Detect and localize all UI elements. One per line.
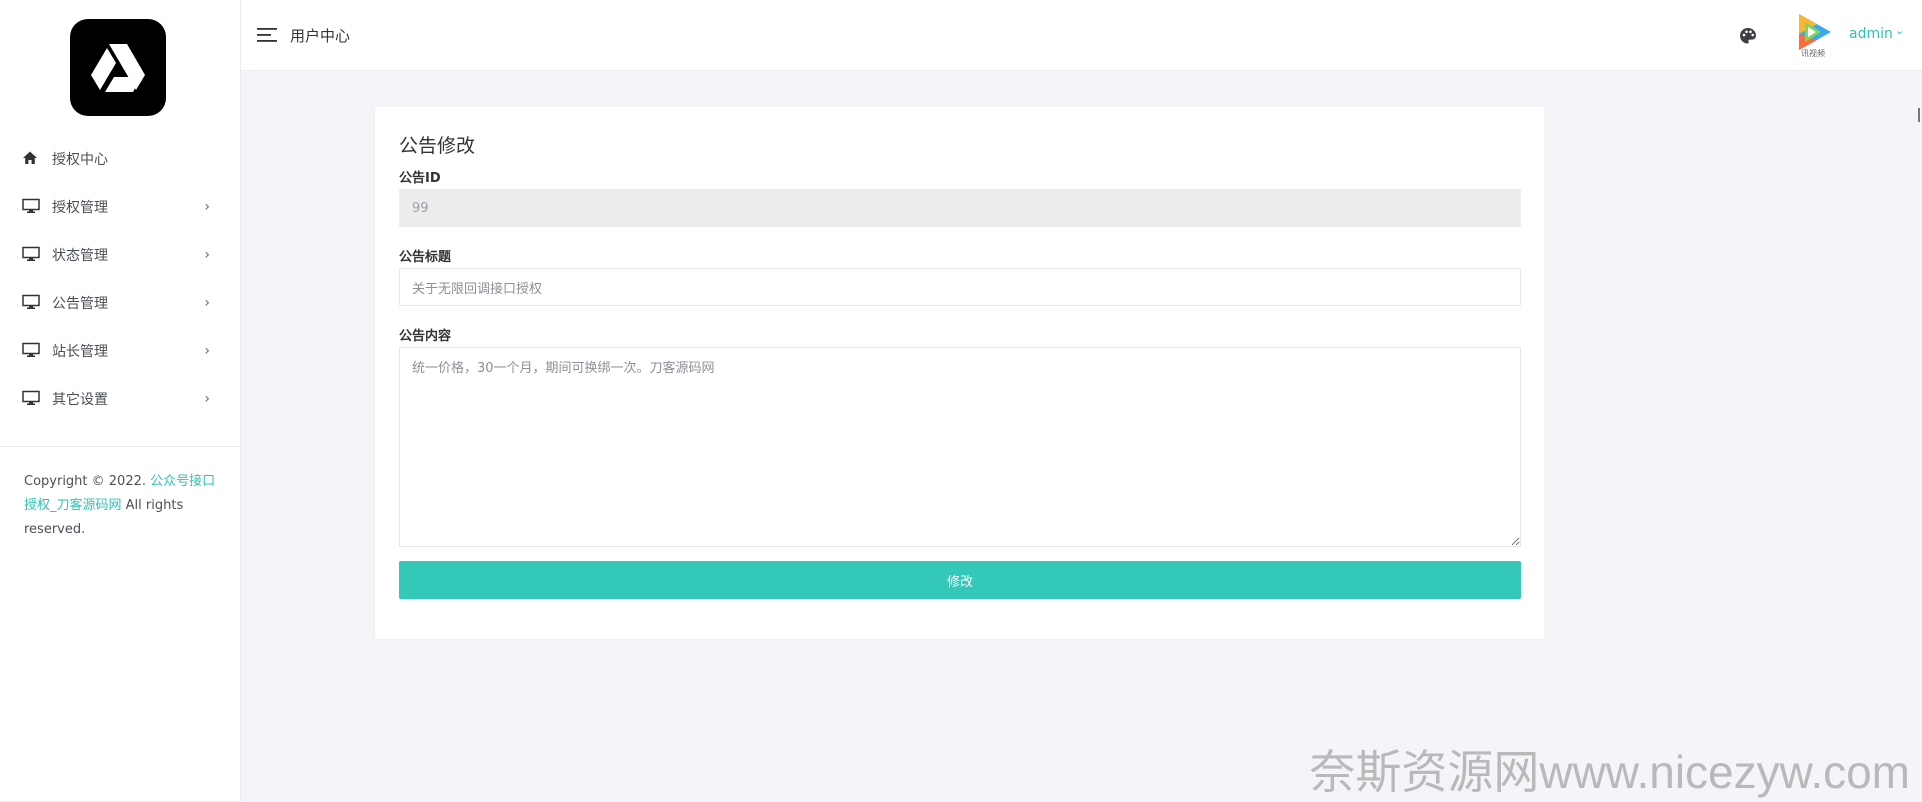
sidebar-item-auth-center[interactable]: 授权中心 [0,135,240,183]
announcement-content-field[interactable]: 统一价格，30一个月，期间可换绑一次。刀客源码网 [399,347,1521,547]
sidebar-item-label: 授权中心 [52,152,108,168]
announcement-id-field[interactable] [399,189,1521,227]
sidebar-item-label: 授权管理 [52,200,108,216]
copyright-prefix: Copyright © 2022. [24,474,147,489]
chevron-right-icon: › [204,343,210,359]
watermark-text: 奈斯资源网www.nicezyw.com [1309,746,1910,798]
sidebar-item-label: 其它设置 [52,392,108,408]
drive-logo-icon [91,43,145,92]
scrollbar-mark [1918,108,1920,122]
sidebar-item-label: 公告管理 [52,296,108,312]
copyright: Copyright © 2022. 公众号接口授权_刀客源码网 All righ… [24,470,224,542]
monitor-icon [22,246,40,264]
menu-toggle-icon[interactable] [257,26,279,44]
chevron-right-icon: › [204,295,210,311]
page-title: 用户中心 [290,27,351,45]
announcement-title-label: 公告标题 [399,250,452,265]
chevron-right-icon: › [204,247,210,263]
submit-button[interactable]: 修改 [399,561,1521,599]
sidebar-divider [0,446,240,447]
user-menu-name[interactable]: admin [1849,26,1893,42]
sidebar-nav: 授权中心 授权管理 › 状态管理 › 公告管理 › 站长管理 › 其它设置 › [0,135,240,423]
monitor-icon [22,198,40,216]
chevron-right-icon: › [204,391,210,407]
sidebar-item-status-management[interactable]: 状态管理 › [0,231,240,279]
avatar-caption: 讯视频 [1801,48,1825,58]
sidebar-item-webmaster-management[interactable]: 站长管理 › [0,327,240,375]
sidebar-item-announcement-management[interactable]: 公告管理 › [0,279,240,327]
monitor-icon [22,342,40,360]
announcement-id-label: 公告ID [399,171,441,186]
announcement-title-field[interactable] [399,268,1521,306]
card-title: 公告修改 [399,135,476,157]
monitor-icon [22,294,40,312]
app-logo[interactable] [70,19,166,116]
monitor-icon [22,390,40,408]
sidebar-item-other-settings[interactable]: 其它设置 › [0,375,240,423]
palette-icon[interactable] [1739,27,1757,45]
sidebar-item-auth-management[interactable]: 授权管理 › [0,183,240,231]
chevron-down-icon[interactable]: ⌄ [1895,24,1904,37]
user-avatar[interactable]: 讯视频 [1791,10,1835,58]
announcement-content-label: 公告内容 [399,329,452,344]
sidebar-item-label: 站长管理 [52,344,108,360]
chevron-right-icon: › [204,199,210,215]
sidebar: 授权中心 授权管理 › 状态管理 › 公告管理 › 站长管理 › 其它设置 › … [0,0,241,801]
home-icon [22,150,40,168]
sidebar-item-label: 状态管理 [52,248,108,264]
top-header: 用户中心 讯视频 admin ⌄ [241,0,1922,71]
announcement-edit-card: 公告修改 公告ID 公告标题 公告内容 统一价格，30一个月，期间可换绑一次。刀… [375,107,1544,639]
